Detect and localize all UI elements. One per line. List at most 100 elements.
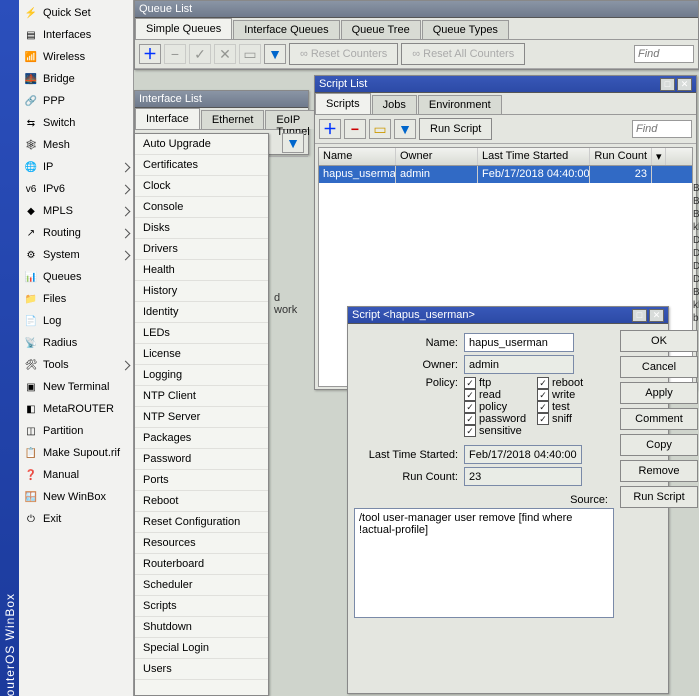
- col-last[interactable]: Last Time Started: [478, 148, 590, 165]
- menu-item-ports[interactable]: Ports: [135, 470, 268, 491]
- policy-password[interactable]: ✓password: [464, 413, 537, 425]
- comment-button[interactable]: Comment: [620, 408, 698, 430]
- close-button[interactable]: ✕: [677, 78, 692, 91]
- sidebar-item-queues[interactable]: 📊Queues: [19, 266, 133, 288]
- comment-button[interactable]: ▭: [369, 119, 391, 139]
- minimize-button[interactable]: □: [632, 309, 647, 322]
- menu-item-packages[interactable]: Packages: [135, 428, 268, 449]
- run-script-button[interactable]: Run Script: [620, 486, 698, 508]
- sidebar-item-routing[interactable]: ↗Routing: [19, 222, 133, 244]
- menu-item-clock[interactable]: Clock: [135, 176, 268, 197]
- remove-button[interactable]: Remove: [620, 460, 698, 482]
- sidebar-item-log[interactable]: 📄Log: [19, 310, 133, 332]
- menu-item-scheduler[interactable]: Scheduler: [135, 575, 268, 596]
- filter-button[interactable]: ▼: [394, 119, 416, 139]
- policy-write[interactable]: ✓write: [537, 389, 610, 401]
- sidebar-item-bridge[interactable]: 🌉Bridge: [19, 68, 133, 90]
- menu-item-routerboard[interactable]: Routerboard: [135, 554, 268, 575]
- add-button[interactable]: ＋: [139, 44, 161, 64]
- policy-test[interactable]: ✓test: [537, 401, 610, 413]
- menu-item-special-login[interactable]: Special Login: [135, 638, 268, 659]
- menu-item-console[interactable]: Console: [135, 197, 268, 218]
- sidebar-item-files[interactable]: 📁Files: [19, 288, 133, 310]
- sidebar-item-ppp[interactable]: 🔗PPP: [19, 90, 133, 112]
- cancel-button[interactable]: Cancel: [620, 356, 698, 378]
- sidebar-item-new-winbox[interactable]: 🪟New WinBox: [19, 486, 133, 508]
- policy-policy[interactable]: ✓policy: [464, 401, 537, 413]
- sidebar-item-interfaces[interactable]: ▤Interfaces: [19, 24, 133, 46]
- menu-item-logging[interactable]: Logging: [135, 365, 268, 386]
- col-name[interactable]: Name: [319, 148, 396, 165]
- copy-button[interactable]: Copy: [620, 434, 698, 456]
- sidebar-item-new-terminal[interactable]: ▣New Terminal: [19, 376, 133, 398]
- sidebar-item-quick-set[interactable]: ⚡Quick Set: [19, 2, 133, 24]
- reset-counters-button[interactable]: ∞Reset Counters: [289, 43, 398, 65]
- find-input[interactable]: [632, 120, 692, 138]
- menu-item-health[interactable]: Health: [135, 260, 268, 281]
- sidebar-item-mesh[interactable]: 🕸Mesh: [19, 134, 133, 156]
- col-owner[interactable]: Owner: [396, 148, 478, 165]
- menu-item-leds[interactable]: LEDs: [135, 323, 268, 344]
- sidebar-item-system[interactable]: ⚙System: [19, 244, 133, 266]
- tab-simple-queues[interactable]: Simple Queues: [135, 18, 232, 39]
- menu-item-drivers[interactable]: Drivers: [135, 239, 268, 260]
- add-button[interactable]: ＋: [319, 119, 341, 139]
- apply-button[interactable]: Apply: [620, 382, 698, 404]
- menu-item-ntp-server[interactable]: NTP Server: [135, 407, 268, 428]
- sidebar-item-exit[interactable]: ⏻Exit: [19, 508, 133, 530]
- sidebar-item-radius[interactable]: 📡Radius: [19, 332, 133, 354]
- sidebar-item-manual[interactable]: ❓Manual: [19, 464, 133, 486]
- policy-sniff[interactable]: ✓sniff: [537, 413, 610, 425]
- name-input[interactable]: [464, 333, 574, 352]
- sidebar-item-switch[interactable]: ⇆Switch: [19, 112, 133, 134]
- menu-item-disks[interactable]: Disks: [135, 218, 268, 239]
- col-count[interactable]: Run Count: [590, 148, 652, 165]
- tab-queue-tree[interactable]: Queue Tree: [341, 20, 421, 39]
- policy-sensitive[interactable]: ✓sensitive: [464, 425, 537, 437]
- menu-item-auto-upgrade[interactable]: Auto Upgrade: [135, 134, 268, 155]
- tab-environment[interactable]: Environment: [418, 95, 502, 114]
- tab-eoip[interactable]: EoIP Tunnel: [265, 110, 320, 129]
- tab-queue-types[interactable]: Queue Types: [422, 20, 509, 39]
- sidebar-item-ip[interactable]: 🌐IP: [19, 156, 133, 178]
- sidebar-item-make-supout.rif[interactable]: 📋Make Supout.rif: [19, 442, 133, 464]
- sidebar-item-partition[interactable]: ◫Partition: [19, 420, 133, 442]
- close-button[interactable]: ✕: [649, 309, 664, 322]
- remove-button[interactable]: −: [344, 119, 366, 139]
- find-input[interactable]: [634, 45, 694, 63]
- menu-item-shutdown[interactable]: Shutdown: [135, 617, 268, 638]
- filter-button[interactable]: ▼: [282, 133, 304, 153]
- table-row[interactable]: hapus_userman admin Feb/17/2018 04:40:00…: [319, 166, 692, 183]
- sidebar-item-metarouter[interactable]: ◧MetaROUTER: [19, 398, 133, 420]
- ok-button[interactable]: OK: [620, 330, 698, 352]
- policy-read[interactable]: ✓read: [464, 389, 537, 401]
- sidebar-item-tools[interactable]: 🛠Tools: [19, 354, 133, 376]
- menu-item-scripts[interactable]: Scripts: [135, 596, 268, 617]
- tab-ethernet[interactable]: Ethernet: [201, 110, 265, 129]
- menu-item-identity[interactable]: Identity: [135, 302, 268, 323]
- tab-interface-queues[interactable]: Interface Queues: [233, 20, 339, 39]
- minimize-button[interactable]: □: [660, 78, 675, 91]
- tab-jobs[interactable]: Jobs: [372, 95, 417, 114]
- menu-item-history[interactable]: History: [135, 281, 268, 302]
- source-textarea[interactable]: /tool user-manager user remove [find whe…: [354, 508, 614, 618]
- policy-reboot[interactable]: ✓reboot: [537, 377, 610, 389]
- reset-all-counters-button[interactable]: ∞Reset All Counters: [401, 43, 525, 65]
- menu-item-reset-configuration[interactable]: Reset Configuration: [135, 512, 268, 533]
- tab-scripts[interactable]: Scripts: [315, 93, 371, 114]
- filter-button[interactable]: ▼: [264, 44, 286, 64]
- policy-ftp[interactable]: ✓ftp: [464, 377, 537, 389]
- menu-item-password[interactable]: Password: [135, 449, 268, 470]
- menu-item-license[interactable]: License: [135, 344, 268, 365]
- sidebar-item-wireless[interactable]: 📶Wireless: [19, 46, 133, 68]
- menu-item-certificates[interactable]: Certificates: [135, 155, 268, 176]
- run-script-button[interactable]: Run Script: [419, 118, 492, 140]
- menu-item-reboot[interactable]: Reboot: [135, 491, 268, 512]
- col-more[interactable]: ▾: [652, 148, 666, 165]
- menu-item-users[interactable]: Users: [135, 659, 268, 680]
- sidebar-item-mpls[interactable]: ◆MPLS: [19, 200, 133, 222]
- sidebar-item-ipv6[interactable]: v6IPv6: [19, 178, 133, 200]
- tab-interface[interactable]: Interface: [135, 108, 200, 129]
- menu-item-ntp-client[interactable]: NTP Client: [135, 386, 268, 407]
- menu-item-resources[interactable]: Resources: [135, 533, 268, 554]
